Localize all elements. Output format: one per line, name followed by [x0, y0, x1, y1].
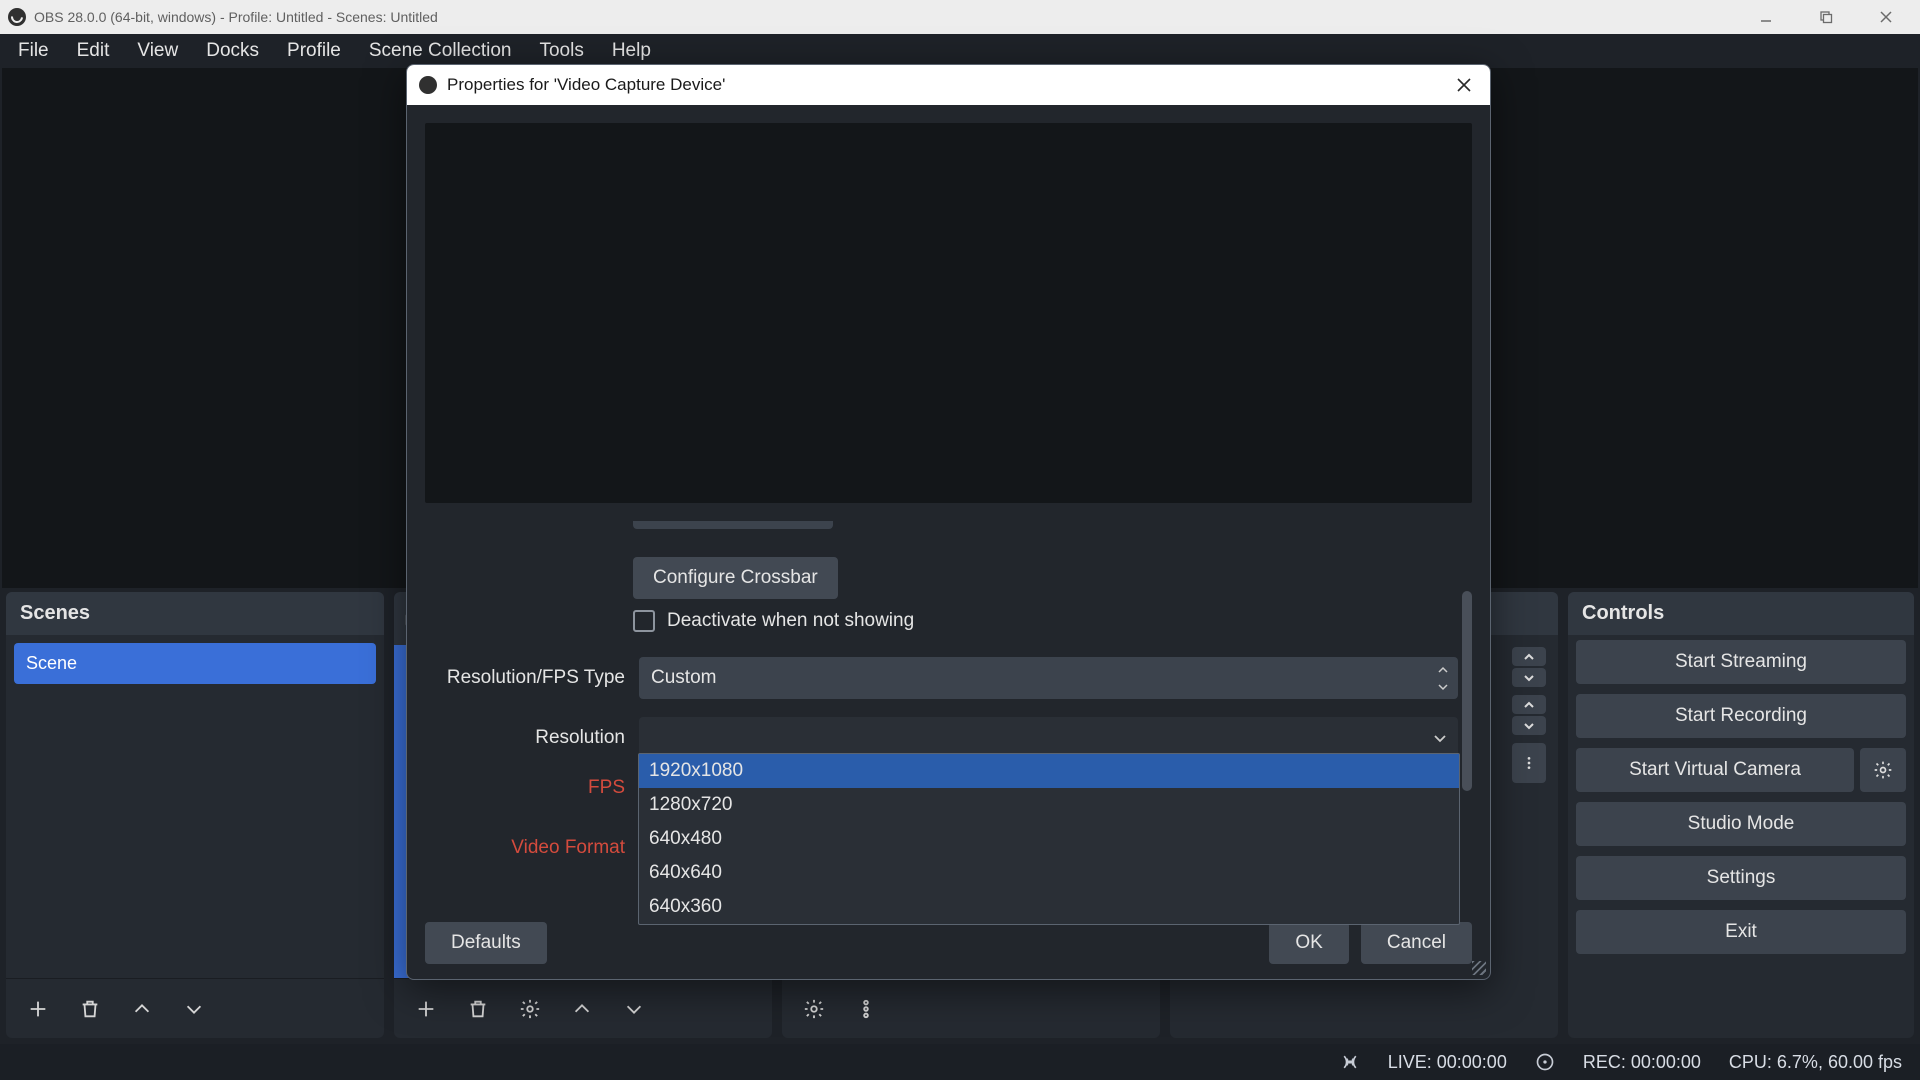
settings-button[interactable]: Settings [1576, 856, 1906, 900]
scene-delete-button[interactable] [72, 991, 108, 1027]
audio-settings-button[interactable] [796, 991, 832, 1027]
dialog-close-button[interactable] [1450, 71, 1478, 99]
menu-help[interactable]: Help [598, 36, 665, 66]
disk-icon [1535, 1052, 1555, 1072]
resolution-option[interactable]: 640x640 [639, 856, 1459, 890]
menu-file[interactable]: File [4, 36, 63, 66]
broadcast-icon [1340, 1052, 1360, 1072]
cpu-status: CPU: 6.7%, 60.00 fps [1729, 1052, 1902, 1073]
status-bar: LIVE: 00:00:00 REC: 00:00:00 CPU: 6.7%, … [0, 1044, 1920, 1080]
controls-header: Controls [1568, 592, 1914, 635]
window-title: OBS 28.0.0 (64-bit, windows) - Profile: … [34, 9, 438, 25]
menu-profile[interactable]: Profile [273, 36, 355, 66]
menu-edit[interactable]: Edit [63, 36, 124, 66]
dialog-titlebar[interactable]: Properties for 'Video Capture Device' [407, 65, 1490, 105]
resolution-option[interactable]: 1280x720 [639, 788, 1459, 822]
scene-move-down-button[interactable] [176, 991, 212, 1027]
scene-add-button[interactable] [20, 991, 56, 1027]
chevron-down-icon [1434, 678, 1452, 695]
menu-scene-collection[interactable]: Scene Collection [355, 36, 526, 66]
live-status: LIVE: 00:00:00 [1388, 1052, 1507, 1073]
virtual-camera-settings-button[interactable] [1860, 748, 1906, 792]
start-streaming-button[interactable]: Start Streaming [1576, 640, 1906, 684]
obs-app-icon [419, 76, 437, 94]
rec-status: REC: 00:00:00 [1583, 1052, 1701, 1073]
exit-button[interactable]: Exit [1576, 910, 1906, 954]
resolution-option[interactable]: 640x360 [639, 890, 1459, 924]
window-titlebar: OBS 28.0.0 (64-bit, windows) - Profile: … [0, 0, 1920, 34]
studio-mode-button[interactable]: Studio Mode [1576, 802, 1906, 846]
fps-label: FPS [425, 777, 625, 799]
source-delete-button[interactable] [460, 991, 496, 1027]
source-move-down-button[interactable] [616, 991, 652, 1027]
cancel-button[interactable]: Cancel [1361, 922, 1472, 964]
resize-grip[interactable] [1472, 961, 1486, 975]
source-settings-button[interactable] [512, 991, 548, 1027]
transition-val-down[interactable] [1512, 716, 1546, 735]
transition-duration-up[interactable] [1512, 647, 1546, 666]
source-move-up-button[interactable] [564, 991, 600, 1027]
window-close-button[interactable] [1856, 0, 1916, 34]
video-format-label: Video Format [425, 837, 625, 859]
controls-panel: Controls Start Streaming Start Recording… [1568, 592, 1914, 1038]
start-recording-button[interactable]: Start Recording [1576, 694, 1906, 738]
audio-more-button[interactable] [848, 991, 884, 1027]
resolution-label: Resolution [425, 727, 625, 749]
ok-button[interactable]: OK [1269, 922, 1348, 964]
menu-view[interactable]: View [123, 36, 192, 66]
scene-move-up-button[interactable] [124, 991, 160, 1027]
start-virtual-camera-button[interactable]: Start Virtual Camera [1576, 748, 1854, 792]
deactivate-checkbox[interactable] [633, 610, 655, 632]
scenes-header: Scenes [6, 592, 384, 635]
menu-tools[interactable]: Tools [525, 36, 597, 66]
transition-val-up[interactable] [1512, 695, 1546, 714]
dialog-title: Properties for 'Video Capture Device' [447, 75, 725, 95]
chevron-down-icon [1432, 730, 1448, 746]
configure-crossbar-button[interactable]: Configure Crossbar [633, 557, 838, 599]
res-type-label: Resolution/FPS Type [425, 667, 625, 689]
window-minimize-button[interactable] [1736, 0, 1796, 34]
resolution-option[interactable]: 1920x1080 [639, 754, 1459, 788]
defaults-button[interactable]: Defaults [425, 922, 547, 964]
dialog-scrollbar[interactable] [1462, 591, 1472, 791]
partial-field-edge [633, 521, 833, 529]
menu-docks[interactable]: Docks [192, 36, 273, 66]
menubar: File Edit View Docks Profile Scene Colle… [0, 34, 1920, 68]
transition-duration-down[interactable] [1512, 668, 1546, 687]
chevron-up-icon [1434, 661, 1452, 678]
deactivate-label: Deactivate when not showing [667, 610, 914, 632]
scene-item[interactable]: Scene [14, 643, 376, 684]
properties-dialog: Properties for 'Video Capture Device' Co… [406, 64, 1491, 980]
scenes-panel: Scenes Scene [6, 592, 384, 1038]
video-preview-area [425, 123, 1472, 503]
res-type-select[interactable]: Custom [639, 657, 1458, 699]
resolution-dropdown[interactable]: 1920x1080 1280x720 640x480 640x640 640x3… [638, 753, 1460, 925]
source-add-button[interactable] [408, 991, 444, 1027]
obs-app-icon [8, 8, 26, 26]
transition-more-button[interactable] [1512, 743, 1546, 783]
window-maximize-button[interactable] [1796, 0, 1856, 34]
resolution-option[interactable]: 640x480 [639, 822, 1459, 856]
